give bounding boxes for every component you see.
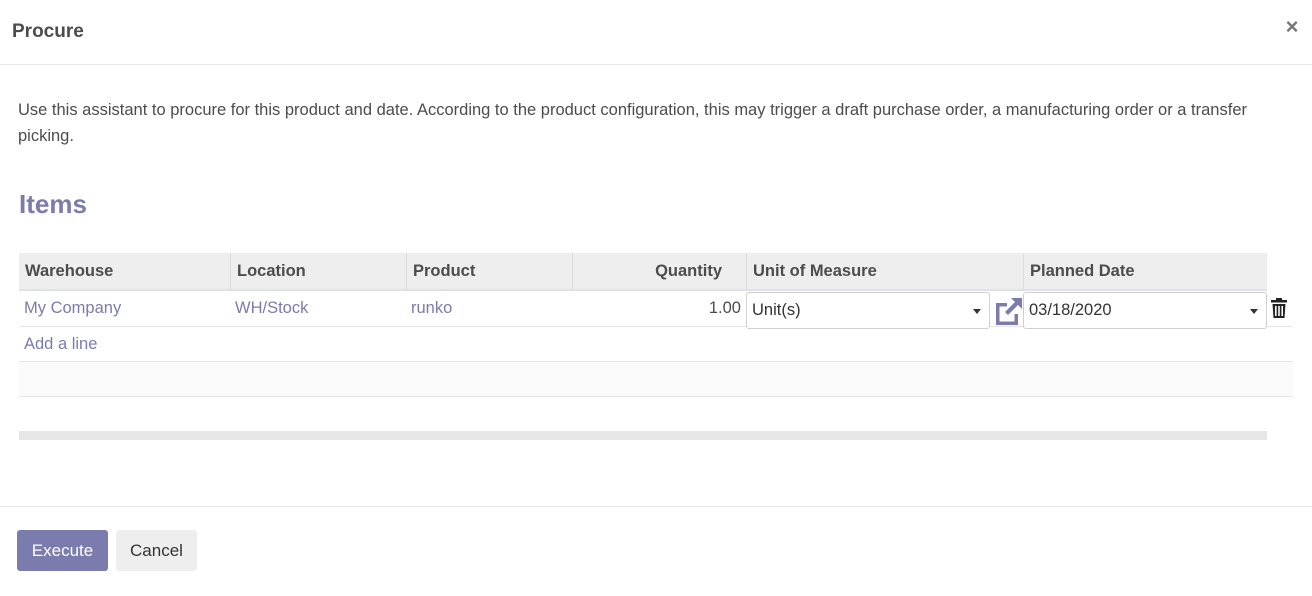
modal-header: Procure × (0, 0, 1312, 65)
dialog-description: Use this assistant to procure for this p… (18, 101, 1247, 145)
product-cell[interactable]: runko (411, 291, 452, 326)
column-header-location[interactable]: Location (231, 253, 407, 289)
table-row[interactable]: My Company WH/Stock runko 1.00 Unit(s) 0… (19, 291, 1293, 329)
table-footer (19, 431, 1267, 440)
planned-date-input[interactable]: 03/18/2020 (1023, 292, 1267, 329)
items-section-title: Items (19, 189, 87, 219)
cancel-button[interactable]: Cancel (116, 530, 197, 571)
execute-button[interactable]: Execute (17, 530, 108, 571)
trash-icon[interactable] (1270, 297, 1288, 319)
uom-select-value: Unit(s) (752, 301, 801, 319)
column-header-product[interactable]: Product (407, 253, 573, 289)
column-header-warehouse[interactable]: Warehouse (19, 253, 231, 289)
add-line-link[interactable]: Add a line (24, 327, 97, 361)
caret-down-icon (973, 309, 981, 314)
modal-footer: Execute Cancel (0, 506, 1312, 596)
column-header-quantity[interactable]: Quantity (573, 253, 747, 289)
uom-select[interactable]: Unit(s) (746, 292, 990, 329)
column-header-uom[interactable]: Unit of Measure (747, 253, 1024, 289)
table-header: Warehouse Location Product Quantity Unit… (19, 253, 1267, 291)
column-header-planned-date[interactable]: Planned Date (1024, 253, 1267, 289)
external-link-icon[interactable] (993, 297, 1023, 325)
caret-down-icon (1250, 309, 1258, 314)
planned-date-value: 03/18/2020 (1029, 301, 1112, 319)
quantity-cell[interactable]: 1.00 (579, 291, 741, 326)
add-line-row: Add a line (19, 327, 1293, 362)
warehouse-cell[interactable]: My Company (24, 291, 121, 326)
close-icon[interactable]: × (1284, 16, 1300, 38)
dialog-title: Procure (12, 21, 84, 42)
empty-row (19, 362, 1293, 397)
location-cell[interactable]: WH/Stock (235, 291, 308, 326)
